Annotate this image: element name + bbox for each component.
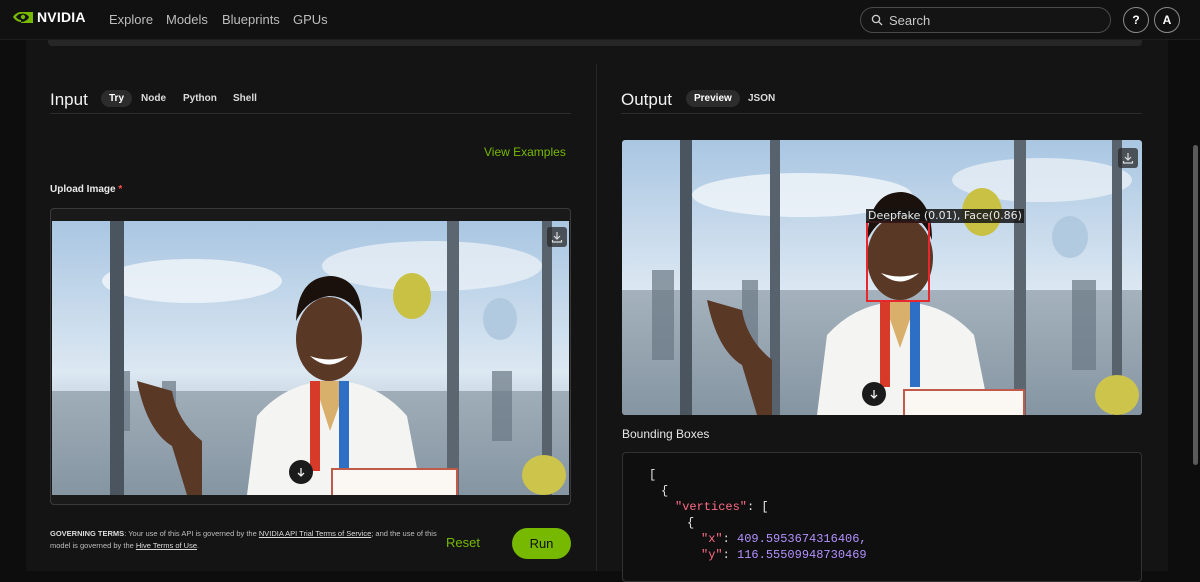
scrollbar-thumb[interactable] [1193, 145, 1198, 465]
json-vertices-line: "vertices": [ [675, 500, 769, 514]
required-mark: * [118, 184, 123, 195]
uploaded-photo [52, 221, 569, 495]
detection-label: Deepfake (0.01), Face(0.86) [866, 209, 1024, 223]
arrow-down-icon [870, 390, 878, 399]
json-y-line: "y": 116.55509948730469 [701, 548, 867, 562]
search-box[interactable] [860, 7, 1111, 33]
hive-terms-link[interactable]: Hive Terms of Use [136, 541, 197, 550]
governing-terms-title: GOVERNING TERMS [50, 529, 125, 538]
tab-node[interactable]: Node [133, 90, 174, 107]
tab-preview[interactable]: Preview [686, 90, 740, 107]
json-vertex-open: { [687, 516, 695, 530]
help-button[interactable]: ? [1123, 7, 1149, 33]
uploaded-image [52, 221, 569, 495]
brand-name: NVIDIA [37, 9, 86, 25]
scroll-down-button[interactable] [289, 460, 313, 484]
main-panel: Input Try Node Python Shell View Example… [26, 40, 1168, 582]
tab-json[interactable]: JSON [740, 90, 783, 107]
detection-bounding-box [866, 221, 930, 302]
bounding-boxes-label: Bounding Boxes [622, 427, 710, 441]
page-scrollbar[interactable] [1191, 40, 1200, 571]
json-x-key: "x" [701, 532, 723, 546]
upload-label-text: Upload Image [50, 184, 116, 195]
output-scroll-down-button[interactable] [862, 382, 886, 406]
json-x-line: "x": 409.5953674316406, [701, 532, 867, 546]
view-examples-link[interactable]: View Examples [484, 145, 566, 159]
governing-terms: GOVERNING TERMS: Your use of this API is… [50, 528, 440, 552]
download-button[interactable] [547, 227, 567, 247]
output-download-button[interactable] [1118, 148, 1138, 168]
bounding-boxes-json: [ { "vertices": [ { "x": 409.59536743164… [622, 452, 1142, 582]
output-preview-image: Deepfake (0.01), Face(0.86) [622, 140, 1142, 415]
nav-link-explore[interactable]: Explore [109, 12, 153, 27]
run-button[interactable]: Run [512, 528, 571, 559]
json-open-brace: { [661, 484, 669, 498]
input-title: Input [50, 90, 88, 109]
reset-button[interactable]: Reset [446, 535, 480, 550]
upload-image-label: Upload Image * [50, 184, 122, 195]
nav-link-blueprints[interactable]: Blueprints [222, 12, 280, 27]
json-y-value: 116.55509948730469 [737, 548, 867, 562]
json-y-key: "y" [701, 548, 723, 562]
arrow-down-icon [297, 468, 305, 477]
panel-divider [596, 64, 597, 571]
output-tab-divider [621, 113, 1142, 114]
download-icon [551, 232, 563, 243]
terms-text-1: : Your use of this API is governed by th… [124, 529, 259, 538]
search-input[interactable] [889, 12, 1089, 28]
top-nav: NVIDIA Explore Models Blueprints GPUs ? … [0, 0, 1200, 40]
account-avatar[interactable]: A [1154, 7, 1180, 33]
tab-python[interactable]: Python [175, 90, 225, 107]
upload-image-dropzone[interactable] [50, 208, 571, 505]
search-icon [871, 14, 883, 26]
json-open-bracket: [ [649, 468, 657, 482]
terms-text-3: . [197, 541, 200, 550]
tab-shell[interactable]: Shell [225, 90, 265, 107]
json-x-value: 409.5953674316406, [737, 532, 867, 546]
nav-link-gpus[interactable]: GPUs [293, 12, 328, 27]
download-icon [1122, 153, 1134, 164]
output-title: Output [621, 90, 673, 109]
input-tab-divider [50, 113, 571, 114]
nav-link-models[interactable]: Models [166, 12, 208, 27]
nvidia-logo[interactable]: NVIDIA [12, 9, 86, 25]
json-vertices-open: [ [761, 500, 769, 514]
top-strip [48, 40, 1142, 46]
nvidia-eye-icon [13, 12, 33, 23]
nvidia-terms-link[interactable]: NVIDIA API Trial Terms of Service [259, 529, 371, 538]
json-vertices-key: "vertices" [675, 500, 748, 514]
tab-try[interactable]: Try [101, 90, 133, 107]
